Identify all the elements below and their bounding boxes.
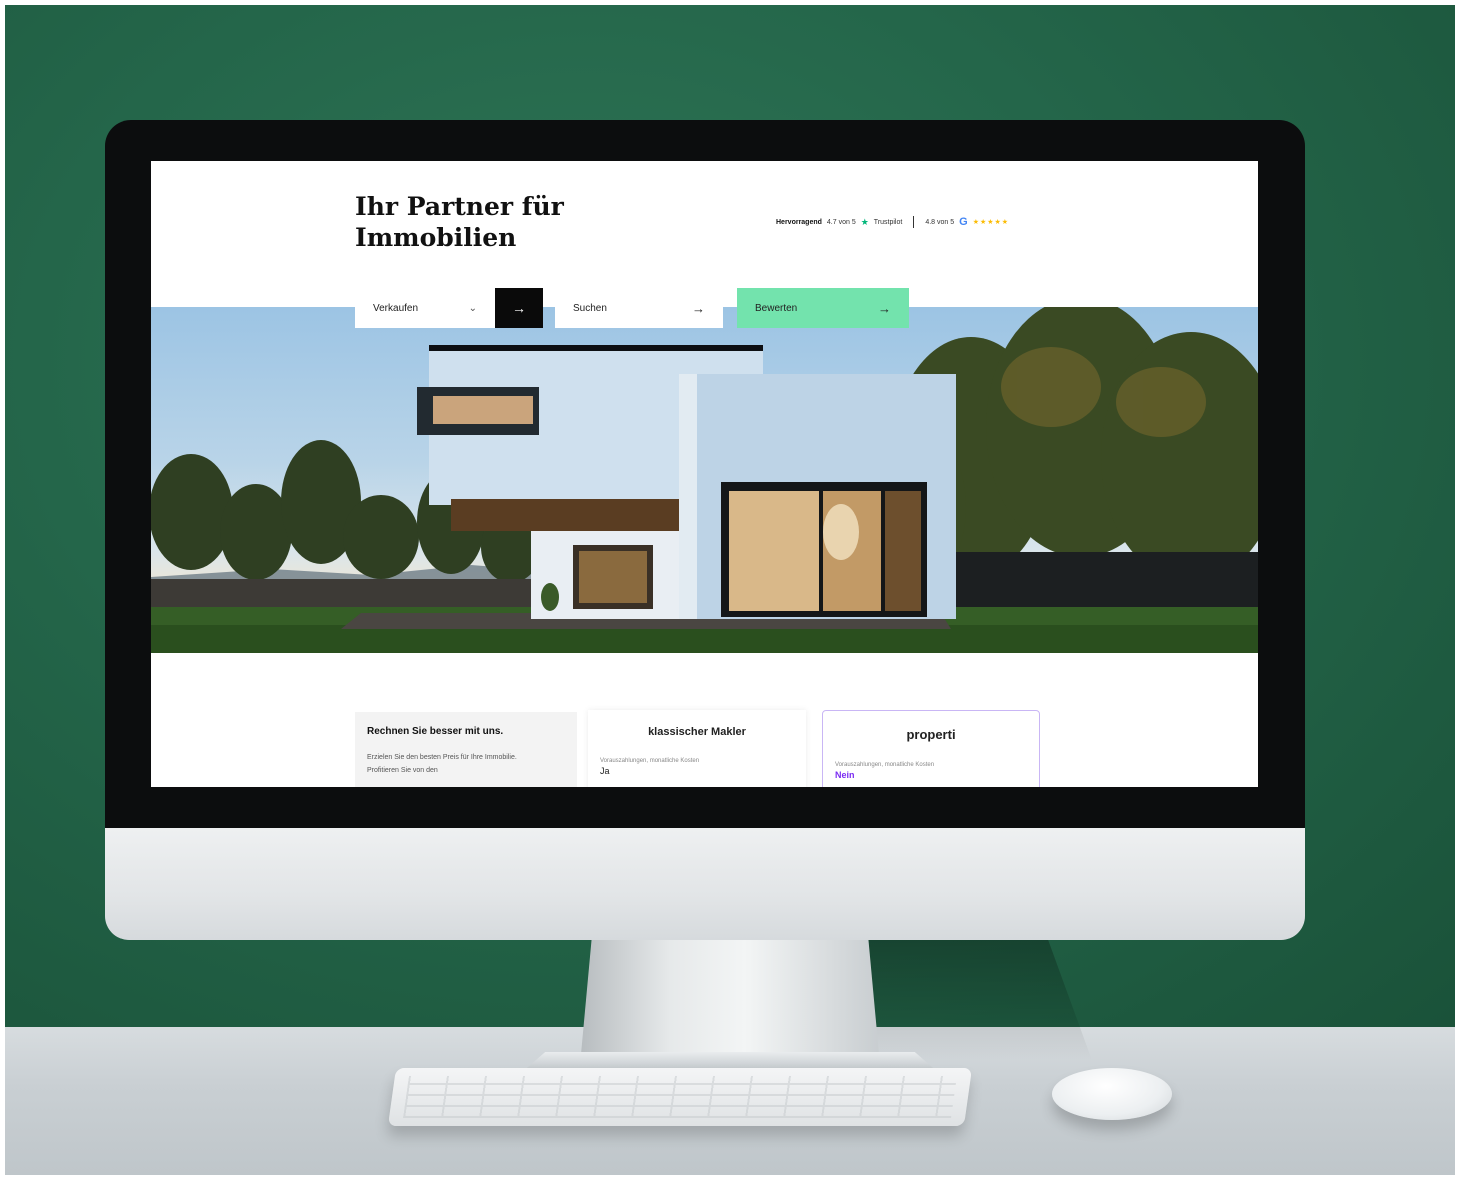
monitor-stand [580, 935, 880, 1065]
comparison-card-makler: klassischer Makler Vorauszahlungen, mona… [588, 710, 806, 787]
go-button[interactable]: → [495, 288, 543, 328]
card-value: Nein [835, 770, 855, 780]
comparison-title: Rechnen Sie besser mit uns. [367, 726, 504, 737]
comparison-intro: Rechnen Sie besser mit uns. Erzielen Sie… [355, 712, 577, 787]
keyboard [387, 1068, 973, 1126]
card-label: Vorauszahlungen, monatliche Kosten [600, 758, 700, 764]
action-bar: Verkaufen ⌄ → Suchen → Bewerten → [355, 288, 909, 328]
card-label: Vorauszahlungen, monatliche Kosten [835, 762, 935, 768]
sell-dropdown-label: Verkaufen [373, 302, 419, 314]
arrow-right-icon: → [878, 300, 891, 316]
rate-button[interactable]: Bewerten → [737, 288, 909, 328]
comparison-text: Erzielen Sie den besten Preis für Ihre I… [367, 754, 517, 774]
card-title: properti [906, 727, 956, 742]
trustpilot-label: Hervorragend [776, 218, 822, 226]
trustpilot-score: 4.7 von 5 [826, 218, 856, 226]
keyboard-keys [403, 1076, 957, 1118]
photo-scene: Ihr Partner für Immobilien Hervorragend … [0, 0, 1457, 1178]
chevron-down-icon: ⌄ [468, 302, 477, 314]
trustpilot-star-icon: ★ [860, 216, 869, 227]
google-score: 4.8 von 5 [925, 218, 955, 226]
search-button-label: Suchen [573, 302, 607, 314]
monitor-chin [105, 828, 1305, 940]
hero-house-image [151, 307, 1258, 653]
ratings-bar: Hervorragend 4.7 von 5 ★ Trustpilot 4.8 … [776, 214, 1009, 230]
sell-dropdown[interactable]: Verkaufen ⌄ [355, 288, 495, 328]
arrow-right-icon: → [692, 300, 705, 316]
monitor-screen: Ihr Partner für Immobilien Hervorragend … [151, 161, 1258, 787]
ratings-divider [913, 216, 915, 228]
card-title: klassischer Makler [648, 726, 746, 738]
page-title: Ihr Partner für Immobilien [355, 192, 564, 252]
card-value: Ja [600, 766, 610, 776]
google-stars: ★★★★★ [972, 219, 1010, 226]
search-button[interactable]: Suchen → [555, 288, 723, 328]
comparison-card-properti: properti Vorauszahlungen, monatliche Kos… [822, 710, 1040, 787]
google-g-icon: G [959, 216, 968, 228]
arrow-right-icon: → [512, 300, 526, 316]
trustpilot-brand: Trustpilot [873, 218, 903, 226]
house-illustration [151, 307, 1258, 653]
rate-button-label: Bewerten [755, 302, 798, 314]
mouse [1052, 1068, 1172, 1120]
